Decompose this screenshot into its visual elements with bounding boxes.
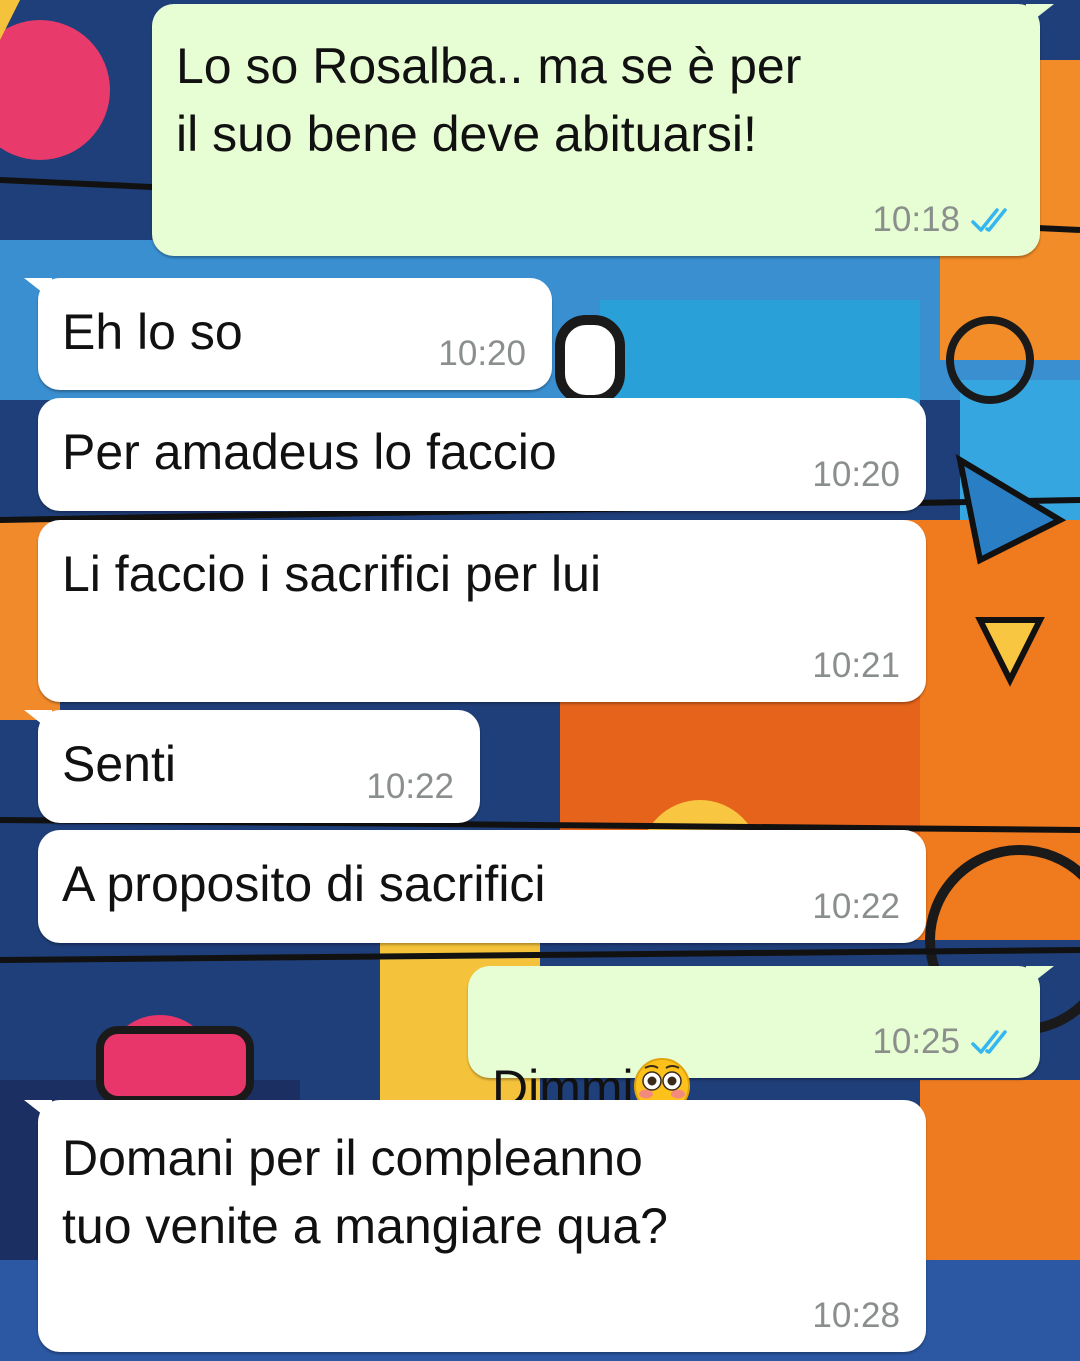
incoming-message[interactable]: Per amadeus lo faccio 10:20 <box>38 398 926 511</box>
message-text: Per amadeus lo faccio <box>62 424 557 480</box>
message-time: 10:20 <box>438 334 526 373</box>
message-meta: 10:18 <box>872 200 1014 240</box>
message-meta: 10:20 <box>438 334 526 374</box>
bubble-tail <box>1026 966 1054 988</box>
message-text: A proposito di sacrifici <box>62 856 546 912</box>
message-text: Eh lo so <box>62 304 243 360</box>
double-check-icon <box>971 1030 1007 1054</box>
message-time: 10:18 <box>872 200 960 239</box>
message-meta: 10:28 <box>812 1296 900 1336</box>
bubble-tail <box>24 278 52 300</box>
message-time: 10:20 <box>812 455 900 494</box>
message-time: 10:22 <box>812 887 900 926</box>
message-text: Li faccio i sacrifici per lui <box>62 546 602 602</box>
message-time: 10:28 <box>812 1296 900 1335</box>
message-text: Lo so Rosalba.. ma se è per il suo bene … <box>176 38 802 162</box>
incoming-message[interactable]: Eh lo so 10:20 <box>24 278 552 390</box>
message-meta: 10:25 <box>872 1022 1014 1062</box>
outgoing-message[interactable]: Lo so Rosalba.. ma se è per il suo bene … <box>152 4 1054 256</box>
message-text: Domani per il compleanno tuo venite a ma… <box>62 1130 668 1254</box>
message-time: 10:25 <box>872 1022 960 1061</box>
incoming-message[interactable]: Senti 10:22 <box>24 710 480 823</box>
message-meta: 10:22 <box>812 887 900 927</box>
incoming-message[interactable]: A proposito di sacrifici 10:22 <box>38 830 926 943</box>
bubble-tail <box>24 1100 52 1122</box>
incoming-message[interactable]: Li faccio i sacrifici per lui 10:21 <box>38 520 926 702</box>
message-time: 10:21 <box>812 646 900 685</box>
incoming-message[interactable]: Domani per il compleanno tuo venite a ma… <box>24 1100 926 1352</box>
outgoing-message[interactable]: Dimmi 10:25 <box>468 966 1054 1116</box>
message-text: Senti <box>62 736 176 792</box>
double-check-icon <box>971 208 1007 232</box>
message-meta: 10:20 <box>812 455 900 495</box>
message-time: 10:22 <box>366 767 454 806</box>
bubble-tail <box>24 710 52 732</box>
message-meta: 10:21 <box>812 646 900 686</box>
message-meta: 10:22 <box>366 767 454 807</box>
bubble-tail <box>1026 4 1054 26</box>
